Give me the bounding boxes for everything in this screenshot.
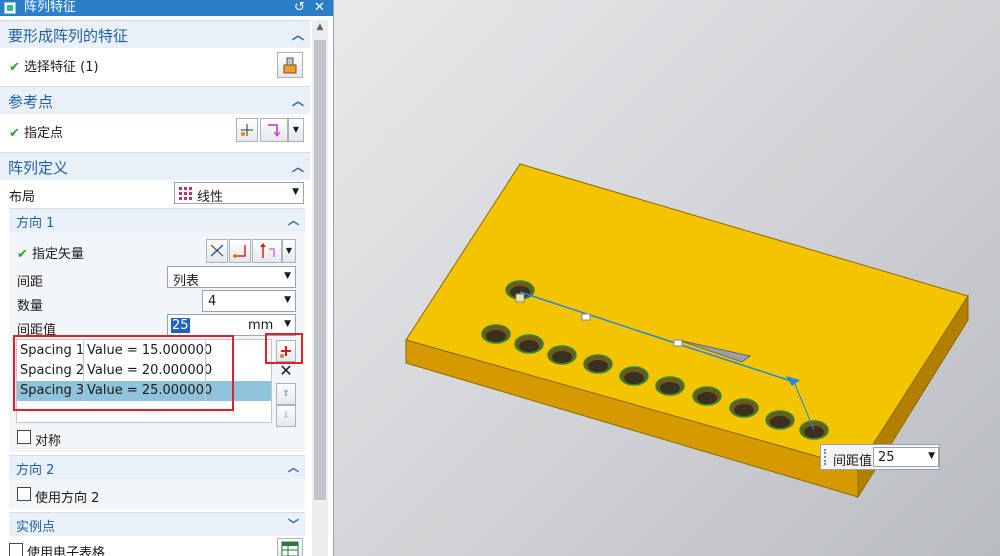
- hole-inner: [624, 372, 644, 384]
- reverse-direction-icon: [233, 245, 246, 258]
- inferred-point-icon: [268, 124, 281, 137]
- instance-handle-icon[interactable]: [673, 339, 683, 347]
- subsection-title-direction-2: 方向 2: [16, 463, 55, 478]
- hole-inner: [697, 392, 717, 404]
- collapse-chevron-up-icon[interactable]: ︿: [288, 459, 299, 475]
- reset-icon[interactable]: ↺: [294, 0, 305, 16]
- move-down-icon[interactable]: ⇩: [276, 405, 296, 427]
- symmetric-label: 对称: [35, 434, 62, 449]
- origin-handle-icon[interactable]: [515, 293, 525, 303]
- list-highlight-box: [13, 335, 234, 411]
- select-feature-button[interactable]: [277, 52, 303, 78]
- expand-chevron-down-icon[interactable]: ﹀: [288, 516, 299, 532]
- spacing-select[interactable]: 列表 ▼: [167, 266, 296, 289]
- inferred-point-button[interactable]: [260, 118, 288, 142]
- count-input-value: 4: [208, 294, 217, 309]
- spacing-label: 间距: [17, 275, 44, 290]
- specify-point-row: ✔ 指定点: [9, 122, 63, 141]
- subsection-header-direction-1[interactable]: 方向 1 ︿: [9, 208, 305, 232]
- point-dialog-button[interactable]: [236, 118, 258, 142]
- pattern-feature-dialog: 阵列特征 ↺ ✕ ▲ 要形成阵列的特征 ︿ ✔ 选择特征 (1) 参考点 ︿ ✔…: [0, 0, 334, 556]
- collapse-chevron-up-icon[interactable]: ︿: [292, 26, 304, 43]
- layout-select[interactable]: 线性 ▼: [174, 182, 304, 205]
- section-title-pattern-definition: 阵列定义: [8, 159, 69, 177]
- subsection-title-direction-1: 方向 1: [16, 216, 55, 231]
- hole-inner: [588, 360, 608, 372]
- tooltip-label: 间距值: [833, 454, 873, 469]
- tooltip-value-input[interactable]: 25 ▼: [873, 447, 939, 467]
- chevron-down-icon: ▼: [284, 295, 291, 305]
- add-button-highlight-box: [265, 333, 303, 364]
- dialog-title: 阵列特征: [24, 0, 77, 15]
- section-title-features: 要形成阵列的特征: [8, 27, 129, 45]
- collapse-chevron-up-icon[interactable]: ︿: [292, 158, 304, 175]
- inferred-vector-icon: [260, 243, 275, 258]
- dialog-title-bar: 阵列特征 ↺ ✕: [0, 0, 333, 16]
- use-spreadsheet-checkbox[interactable]: [9, 543, 23, 556]
- subsection-header-instance-points[interactable]: 实例点 ﹀: [9, 512, 305, 536]
- chevron-down-icon: ▼: [284, 271, 291, 281]
- hole-inner: [486, 330, 506, 342]
- spacing-select-value: 列表: [173, 274, 200, 289]
- spacing-value-text[interactable]: 25: [171, 318, 190, 333]
- tooltip-drag-grip[interactable]: [824, 449, 828, 465]
- use-direction-2-label: 使用方向 2: [35, 491, 100, 506]
- hole-inner: [770, 416, 790, 428]
- spreadsheet-button[interactable]: [277, 538, 303, 556]
- close-icon[interactable]: ✕: [314, 0, 325, 16]
- hole-inner: [552, 351, 572, 363]
- move-up-icon[interactable]: ⇧: [276, 383, 296, 405]
- scrollbar-thumb[interactable]: [314, 40, 326, 500]
- section-header-pattern-definition[interactable]: 阵列定义 ︿: [0, 152, 310, 180]
- section-header-features[interactable]: 要形成阵列的特征 ︿: [0, 20, 310, 48]
- reverse-direction-button[interactable]: [229, 239, 251, 263]
- specify-point-label: 指定点: [24, 126, 64, 141]
- vector-dialog-button[interactable]: [206, 239, 228, 263]
- layout-label: 布局: [9, 190, 36, 205]
- chevron-down-icon: ▼: [292, 187, 299, 197]
- vector-type-dropdown-icon[interactable]: ▼: [282, 239, 296, 263]
- delete-icon[interactable]: ✕: [276, 362, 296, 384]
- linear-layout-icon: [179, 187, 192, 200]
- hole-inner: [519, 340, 539, 352]
- count-input[interactable]: 4 ▼: [202, 290, 296, 312]
- symmetric-checkbox[interactable]: [17, 430, 31, 444]
- chevron-down-icon: ▼: [928, 451, 935, 461]
- subsection-header-direction-2[interactable]: 方向 2 ︿: [9, 455, 305, 479]
- instance-handle-icon[interactable]: [581, 313, 591, 321]
- collapse-chevron-up-icon[interactable]: ︿: [288, 212, 299, 228]
- check-icon: ✔: [17, 247, 28, 262]
- select-feature-label: 选择特征 (1): [24, 60, 99, 75]
- layout-select-value: 线性: [197, 190, 224, 205]
- specify-vector-label: 指定矢量: [32, 247, 85, 262]
- vector-constructor-icon: [210, 244, 224, 257]
- hole-inner: [804, 426, 824, 438]
- model-scene[interactable]: [334, 0, 1000, 556]
- section-title-reference: 参考点: [8, 93, 54, 111]
- use-spreadsheet-label: 使用电子表格: [27, 546, 106, 556]
- scroll-up-icon[interactable]: ▲: [314, 22, 326, 36]
- check-icon: ✔: [9, 60, 20, 75]
- graphics-viewport[interactable]: [334, 0, 1000, 556]
- subsection-title-instance-points: 实例点: [16, 520, 56, 535]
- spreadsheet-icon: [281, 541, 299, 556]
- chevron-down-icon: ▼: [284, 319, 291, 329]
- collapse-chevron-up-icon[interactable]: ︿: [292, 92, 304, 109]
- hole-inner: [660, 382, 680, 394]
- spacing-value-unit[interactable]: mm: [248, 318, 273, 333]
- spacing-value-tooltip: 间距值 25 ▼: [820, 444, 940, 470]
- use-direction-2-checkbox[interactable]: [17, 487, 31, 501]
- point-type-dropdown-icon[interactable]: ▼: [288, 118, 304, 142]
- inferred-vector-button[interactable]: [252, 239, 282, 263]
- point-constructor-icon: [241, 124, 253, 136]
- select-feature-row[interactable]: ✔ 选择特征 (1): [9, 56, 99, 75]
- specify-vector-row: ✔ 指定矢量: [17, 243, 84, 262]
- hole-inner: [734, 404, 754, 416]
- count-label: 数量: [17, 299, 44, 314]
- check-icon: ✔: [9, 126, 20, 141]
- dialog-app-icon: [4, 2, 16, 14]
- feature-cube-icon: [283, 57, 297, 74]
- tooltip-value: 25: [878, 450, 895, 465]
- section-header-reference[interactable]: 参考点 ︿: [0, 86, 310, 114]
